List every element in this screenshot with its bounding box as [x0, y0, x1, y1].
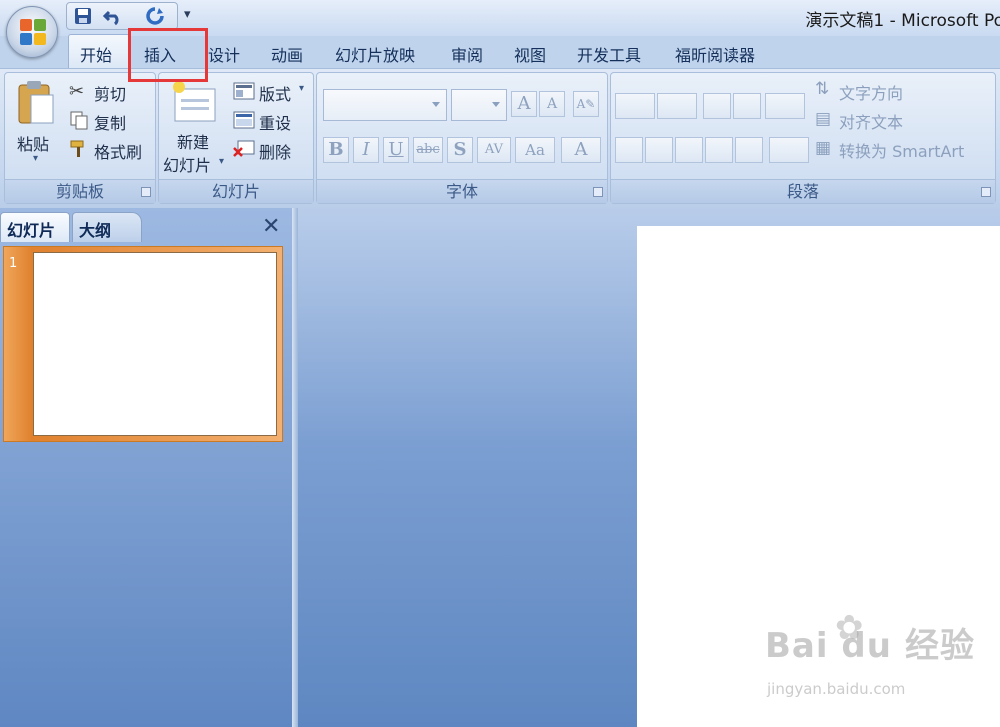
italic-button[interactable]: I: [353, 137, 379, 163]
tab-foxit-reader[interactable]: 福昕阅读器: [675, 42, 755, 66]
tab-design[interactable]: 设计: [208, 42, 240, 66]
group-label-clipboard: 剪贴板: [5, 179, 155, 203]
increase-indent-icon[interactable]: [733, 93, 761, 119]
bullets-icon[interactable]: [615, 93, 655, 119]
delete-slide-button[interactable]: 删除: [259, 139, 291, 163]
tab-outline[interactable]: 大纲: [72, 212, 142, 242]
font-name-dropdown-icon: [432, 102, 440, 107]
font-launcher-icon[interactable]: .: [593, 187, 603, 197]
tab-slideshow[interactable]: 幻灯片放映: [335, 42, 415, 66]
group-label-font: 字体: [317, 179, 607, 203]
highlight-box: [128, 28, 208, 82]
convert-smartart-button[interactable]: 转换为 SmartArt: [839, 138, 964, 162]
save-icon[interactable]: [73, 6, 93, 26]
line-spacing-icon[interactable]: [765, 93, 805, 119]
layout-icon: [233, 82, 255, 100]
redo-icon[interactable]: [145, 6, 165, 26]
clear-format-icon[interactable]: A✎: [573, 91, 599, 117]
paste-dropdown-icon[interactable]: ▾: [33, 153, 38, 164]
bold-button[interactable]: B: [323, 137, 349, 163]
format-painter-icon: [70, 140, 84, 157]
copy-button[interactable]: 复制: [94, 110, 126, 134]
align-left-icon[interactable]: [615, 137, 643, 163]
baidu-watermark: Bai du ✿ 经验 jingyan.baidu.com: [765, 608, 975, 698]
font-size-dropdown-icon: [492, 102, 500, 107]
text-direction-button[interactable]: 文字方向: [839, 80, 903, 104]
shrink-font-icon[interactable]: A: [539, 91, 565, 117]
customize-qat-icon[interactable]: ▾: [184, 7, 191, 22]
new-slide-icon[interactable]: [171, 79, 217, 123]
window-title: 演示文稿1 - Microsoft Po: [805, 11, 1000, 31]
text-direction-icon: ⇅: [815, 79, 830, 99]
quick-access-toolbar: [66, 2, 178, 30]
underline-button[interactable]: U: [383, 137, 409, 163]
paste-icon[interactable]: [17, 79, 57, 127]
watermark-brand: Bai du: [765, 626, 892, 666]
tab-home[interactable]: 开始: [80, 42, 112, 66]
paw-icon: ✿: [835, 608, 864, 648]
change-case-button[interactable]: Aa: [515, 137, 555, 163]
tab-slides-thumbnails[interactable]: 幻灯片: [0, 212, 70, 242]
font-size-select[interactable]: [451, 89, 507, 121]
decrease-indent-icon[interactable]: [703, 93, 731, 119]
group-label-paragraph: 段落: [611, 179, 995, 203]
smartart-icon: ▦: [815, 138, 832, 158]
clipboard-launcher-icon[interactable]: .: [141, 187, 151, 197]
ribbon: 粘贴 ▾ ✂ 剪切 复制 格式刷 剪贴板 . 新建 幻灯片 ▾ 版式 ▾ 重设: [0, 68, 1000, 208]
paste-button[interactable]: 粘贴: [17, 131, 49, 155]
tab-view[interactable]: 视图: [514, 42, 546, 66]
tab-developer[interactable]: 开发工具: [577, 42, 641, 66]
slide-thumbnail[interactable]: [33, 252, 277, 436]
watermark-url: jingyan.baidu.com: [767, 680, 906, 698]
watermark-brand-cn: 经验: [905, 626, 975, 666]
columns-icon[interactable]: [769, 137, 809, 163]
reset-icon: [233, 111, 255, 129]
font-name-select[interactable]: [323, 89, 447, 121]
group-clipboard: 粘贴 ▾ ✂ 剪切 复制 格式刷 剪贴板 .: [4, 72, 156, 204]
shadow-button[interactable]: S: [447, 137, 473, 163]
paragraph-launcher-icon[interactable]: .: [981, 187, 991, 197]
slide-number: 1: [9, 256, 18, 271]
strikethrough-button[interactable]: abc: [413, 137, 443, 163]
align-text-button[interactable]: 对齐文本: [839, 109, 903, 133]
delete-slide-icon: [233, 140, 255, 157]
numbering-icon[interactable]: [657, 93, 697, 119]
align-center-icon[interactable]: [645, 137, 673, 163]
char-spacing-button[interactable]: AV: [477, 137, 511, 163]
justify-icon[interactable]: [705, 137, 733, 163]
align-right-icon[interactable]: [675, 137, 703, 163]
new-slide-label-line1[interactable]: 新建: [177, 129, 209, 153]
font-color-button[interactable]: A: [561, 137, 601, 163]
group-slides: 新建 幻灯片 ▾ 版式 ▾ 重设 删除 幻灯片: [158, 72, 314, 204]
distributed-icon[interactable]: [735, 137, 763, 163]
cut-button[interactable]: 剪切: [94, 81, 126, 105]
new-slide-dropdown-icon[interactable]: ▾: [219, 156, 224, 167]
panel-tabs: 幻灯片 大纲: [0, 212, 292, 242]
layout-button[interactable]: 版式: [259, 81, 291, 105]
grow-font-icon[interactable]: A: [511, 91, 537, 117]
close-icon[interactable]: ✕: [262, 214, 280, 239]
office-button[interactable]: [6, 6, 58, 58]
group-label-slides: 幻灯片: [159, 179, 313, 203]
reset-button[interactable]: 重设: [259, 110, 291, 134]
tab-animations[interactable]: 动画: [271, 42, 303, 66]
copy-icon: [70, 111, 88, 130]
layout-dropdown-icon[interactable]: ▾: [299, 83, 304, 94]
tab-review[interactable]: 审阅: [451, 42, 483, 66]
undo-icon[interactable]: [103, 6, 123, 26]
group-font: A A A✎ B I U abc S AV Aa A 字体 .: [316, 72, 608, 204]
align-text-icon: ▤: [815, 109, 832, 129]
new-slide-button[interactable]: 幻灯片: [163, 152, 211, 176]
scissors-icon: ✂: [69, 81, 85, 102]
group-paragraph: ⇅ 文字方向 ▤ 对齐文本 ▦ 转换为 SmartArt 段落 .: [610, 72, 996, 204]
office-logo-icon: [20, 19, 46, 45]
format-painter-button[interactable]: 格式刷: [94, 139, 142, 163]
